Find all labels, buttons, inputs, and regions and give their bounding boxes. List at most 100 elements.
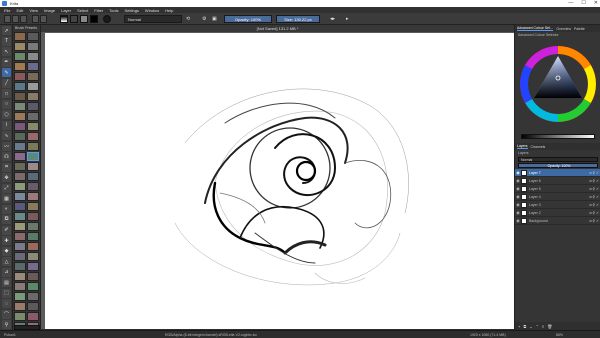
pattern-swatch[interactable] — [70, 15, 78, 23]
brush-preset-item[interactable] — [27, 292, 39, 301]
layer-row[interactable]: ◉ Layer 2α ⚲ ✓ — [515, 209, 600, 217]
duplicate-layer-icon[interactable]: ⧉ — [523, 324, 526, 329]
brush-preset-item[interactable] — [27, 112, 39, 121]
brush-preset-item[interactable] — [14, 42, 26, 51]
brush-preset-item[interactable] — [27, 242, 39, 251]
menu-tools[interactable]: Tools — [109, 8, 118, 13]
minimize-button[interactable]: — — [568, 0, 573, 6]
gradient-swatch[interactable] — [60, 15, 68, 23]
elliptical-selection-tool-icon[interactable]: ◌ — [2, 299, 11, 308]
brush-preset-item[interactable] — [27, 142, 39, 151]
bezier-tool-icon[interactable]: ∿ — [2, 131, 11, 140]
brush-preset-item[interactable] — [27, 172, 39, 181]
alpha-lock-icon[interactable]: ⚙ — [202, 16, 206, 22]
brush-preset-item[interactable] — [27, 52, 39, 61]
redo-icon[interactable] — [40, 15, 47, 23]
brush-preset-item[interactable] — [14, 122, 26, 131]
polygon-tool-icon[interactable]: ⬠ — [2, 110, 11, 119]
smart-patch-tool-icon[interactable]: ✚ — [2, 236, 11, 245]
brush-preset-item[interactable] — [27, 232, 39, 241]
tab-overview[interactable]: Overview — [556, 27, 571, 31]
edit-shapes-tool-icon[interactable]: ↖ — [2, 47, 11, 56]
ellipse-tool-icon[interactable]: ○ — [2, 99, 11, 109]
rectangular-selection-tool-icon[interactable]: ⬚ — [2, 288, 11, 298]
brush-preset-item[interactable] — [14, 292, 26, 301]
color-picker-tool-icon[interactable]: ✐ — [2, 225, 11, 235]
brush-preset-item[interactable] — [14, 52, 26, 61]
freehand-selection-tool-icon[interactable]: ⌒ — [2, 309, 11, 319]
canvas-tab[interactable]: [Not Saved] 131.2 MB * — [41, 25, 514, 32]
brush-preset-item[interactable] — [14, 62, 26, 71]
brush-preset-item[interactable] — [27, 92, 39, 101]
status-zoom[interactable]: 86% — [556, 333, 563, 337]
layer-flags-icon[interactable]: α ⚲ ✓ — [585, 211, 600, 215]
line-tool-icon[interactable]: ╱ — [2, 78, 11, 88]
undo-icon[interactable] — [32, 15, 39, 23]
brush-preset-item[interactable] — [14, 172, 26, 181]
add-layer-icon[interactable]: + — [518, 324, 520, 329]
layer-row[interactable]: ◉ Layer 7α ⚲ ✓ — [515, 169, 600, 177]
menu-select[interactable]: Select — [77, 8, 88, 13]
brush-preset-item[interactable] — [14, 102, 26, 111]
assistant-tool-icon[interactable]: △ — [2, 257, 11, 266]
layer-flags-icon[interactable]: α ⚲ ✓ — [585, 187, 600, 191]
brush-preset-item[interactable] — [14, 312, 26, 321]
brush-preset-item[interactable] — [27, 72, 39, 81]
menu-layer[interactable]: Layer — [61, 8, 71, 13]
brush-preset-item[interactable] — [14, 182, 26, 191]
maximize-button[interactable]: ☐ — [581, 0, 585, 6]
brush-preset-item[interactable] — [27, 302, 39, 311]
brush-preset-item[interactable] — [27, 132, 39, 141]
brush-preset-item[interactable] — [14, 112, 26, 121]
erase-mode-icon[interactable]: ⟲ — [186, 16, 190, 22]
menu-image[interactable]: Image — [44, 8, 55, 13]
tab-channels[interactable]: Channels — [531, 145, 546, 149]
menu-view[interactable]: View — [29, 8, 38, 13]
brush-preset-item[interactable] — [14, 252, 26, 261]
layer-row[interactable]: ◉ Layer 6α ⚲ ✓ — [515, 177, 600, 185]
move-tool-icon[interactable]: ✥ — [2, 173, 11, 182]
layer-flags-icon[interactable]: α ⚲ ✓ — [585, 171, 600, 175]
brush-preset-item[interactable] — [14, 32, 26, 41]
menu-file[interactable]: File — [4, 8, 10, 13]
brush-preset-item[interactable] — [27, 122, 39, 131]
brush-preset-item[interactable] — [14, 72, 26, 81]
drawing-canvas[interactable] — [45, 33, 514, 329]
fill-tool-icon[interactable]: ⛾ — [2, 215, 11, 224]
brush-preset-item[interactable] — [14, 282, 26, 291]
brush-preset-item[interactable] — [27, 82, 39, 91]
layer-opacity-slider[interactable]: Opacity: 100% — [518, 163, 598, 168]
brush-preset-item[interactable] — [27, 312, 39, 321]
layer-flags-icon[interactable]: α ⚲ ✓ — [585, 203, 600, 207]
brush-preset-item[interactable] — [14, 162, 26, 171]
brush-preset-item[interactable] — [14, 82, 26, 91]
layer-row[interactable]: ◉ Layer 3α ⚲ ✓ — [515, 201, 600, 209]
value-slider[interactable] — [521, 134, 595, 139]
save-document-icon[interactable] — [20, 15, 27, 23]
menu-help[interactable]: Help — [165, 8, 173, 13]
brush-preset-item[interactable] — [27, 32, 39, 41]
transform-tool-icon[interactable]: ⤢ — [2, 183, 11, 193]
brush-preset-item[interactable] — [27, 192, 39, 201]
text-tool-icon[interactable]: T — [2, 36, 11, 46]
crop-tool-icon[interactable]: ⌗ — [2, 162, 11, 172]
menu-window[interactable]: Window — [145, 8, 159, 13]
calligraphy-tool-icon[interactable]: ✒ — [2, 57, 11, 67]
foreground-color-swatch[interactable] — [90, 15, 98, 23]
brush-preset-item[interactable] — [14, 132, 26, 141]
brush-preset-item[interactable] — [14, 92, 26, 101]
brush-preset-item[interactable] — [27, 162, 39, 171]
layer-row[interactable]: ◉ Layer 5α ⚲ ✓ — [515, 185, 600, 193]
brush-preset-item[interactable] — [27, 42, 39, 51]
menu-filter[interactable]: Filter — [94, 8, 103, 13]
brush-preset-item[interactable] — [27, 252, 39, 261]
brush-size-slider[interactable]: Size: 130.22 px — [276, 15, 320, 23]
move-layer-down-icon[interactable]: ⌄ — [529, 324, 532, 329]
brush-preset-button[interactable] — [103, 15, 111, 23]
reference-images-tool-icon[interactable]: ▤ — [2, 278, 11, 287]
brush-preset-item[interactable] — [27, 62, 39, 71]
brush-preset-item[interactable] — [27, 272, 39, 281]
freehand-path-tool-icon[interactable]: 〰 — [2, 141, 11, 151]
brush-preset-item[interactable] — [27, 282, 39, 291]
polyline-tool-icon[interactable]: ⌇ — [2, 120, 11, 130]
